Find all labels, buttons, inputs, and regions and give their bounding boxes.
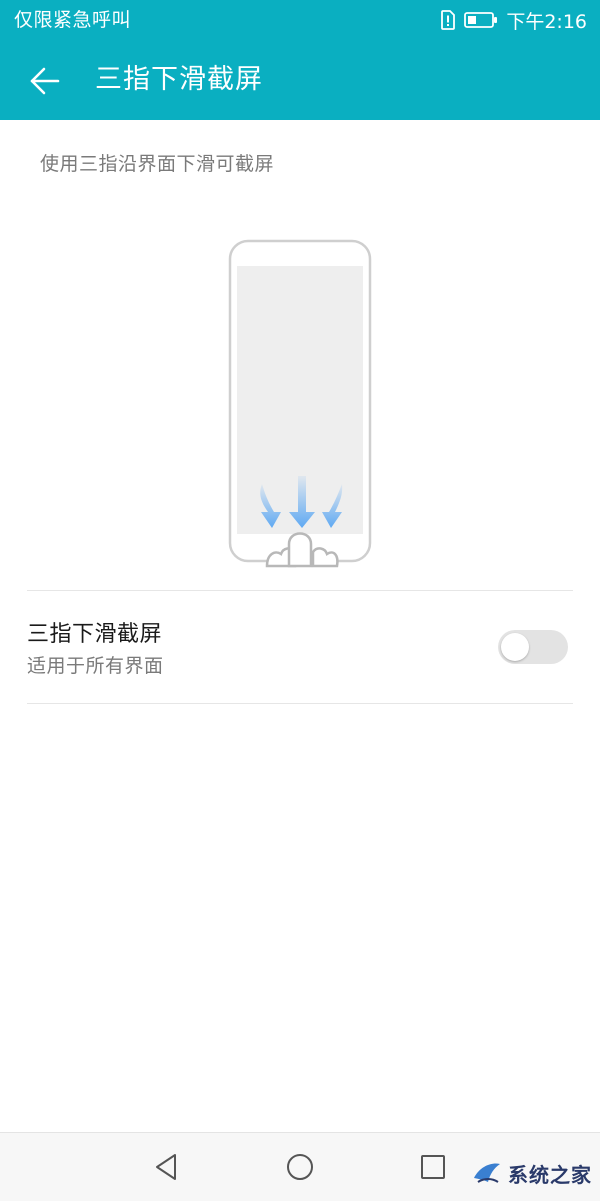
nav-back-button[interactable] xyxy=(147,1147,187,1187)
arrow-left-icon xyxy=(30,67,60,95)
setting-row-three-finger-screenshot[interactable]: 三指下滑截屏 适用于所有界面 xyxy=(0,592,600,702)
gesture-description: 使用三指沿界面下滑可截屏 xyxy=(40,153,275,175)
watermark-logo-icon xyxy=(474,1163,500,1183)
back-triangle-icon xyxy=(156,1154,176,1180)
setting-subtitle: 适用于所有界面 xyxy=(27,655,164,677)
battery-icon xyxy=(464,11,498,29)
toggle-knob xyxy=(501,633,529,661)
gesture-illustration xyxy=(225,236,375,570)
carrier-text: 仅限紧急呼叫 xyxy=(14,9,132,31)
back-button[interactable] xyxy=(20,56,70,106)
sim-alert-icon xyxy=(440,10,456,30)
divider-bottom xyxy=(27,703,573,704)
page-title: 三指下滑截屏 xyxy=(95,64,263,95)
three-finger-screenshot-toggle[interactable] xyxy=(498,630,568,664)
watermark-text: 系统之家 xyxy=(508,1162,592,1187)
status-bar: 仅限紧急呼叫 下午2:16 xyxy=(0,0,600,40)
recents-square-icon xyxy=(421,1155,445,1179)
nav-recents-button[interactable] xyxy=(413,1147,453,1187)
home-circle-icon xyxy=(287,1154,313,1180)
app-bar: 三指下滑截屏 xyxy=(0,40,600,120)
watermark: 系统之家 xyxy=(470,1158,592,1188)
nav-home-button[interactable] xyxy=(280,1147,320,1187)
status-time: 下午2:16 xyxy=(506,10,587,33)
divider-top xyxy=(27,590,573,591)
status-icons: 下午2:16 xyxy=(440,8,587,33)
setting-title: 三指下滑截屏 xyxy=(27,622,163,647)
